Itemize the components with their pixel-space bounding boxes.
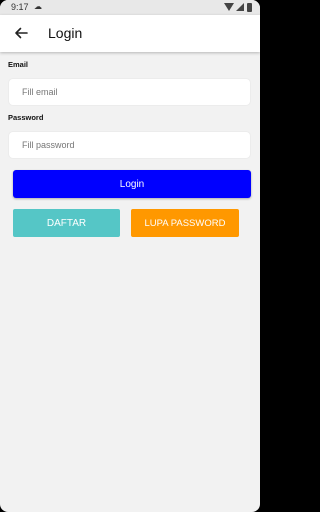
- back-button[interactable]: [8, 20, 34, 46]
- status-bar: 9:17 ☁: [0, 0, 260, 15]
- app-bar: Login: [0, 15, 260, 52]
- email-label: Email: [8, 60, 29, 69]
- password-label: Password: [8, 113, 44, 122]
- arrow-left-icon: [15, 27, 28, 39]
- lupa-password-button[interactable]: LUPA PASSWORD: [131, 209, 239, 237]
- phone-screen: 9:17 ☁ Login Email Password Login DAFTAR…: [0, 0, 260, 512]
- email-field[interactable]: [8, 78, 251, 106]
- login-button[interactable]: Login: [13, 170, 251, 198]
- page-title: Login: [48, 25, 83, 41]
- signal-icon: [236, 3, 244, 11]
- cloud-icon: ☁: [34, 2, 42, 11]
- battery-icon: [247, 3, 252, 12]
- password-field[interactable]: [8, 131, 251, 159]
- status-time: 9:17: [11, 2, 29, 12]
- wifi-icon: [224, 3, 234, 11]
- daftar-button[interactable]: DAFTAR: [13, 209, 120, 237]
